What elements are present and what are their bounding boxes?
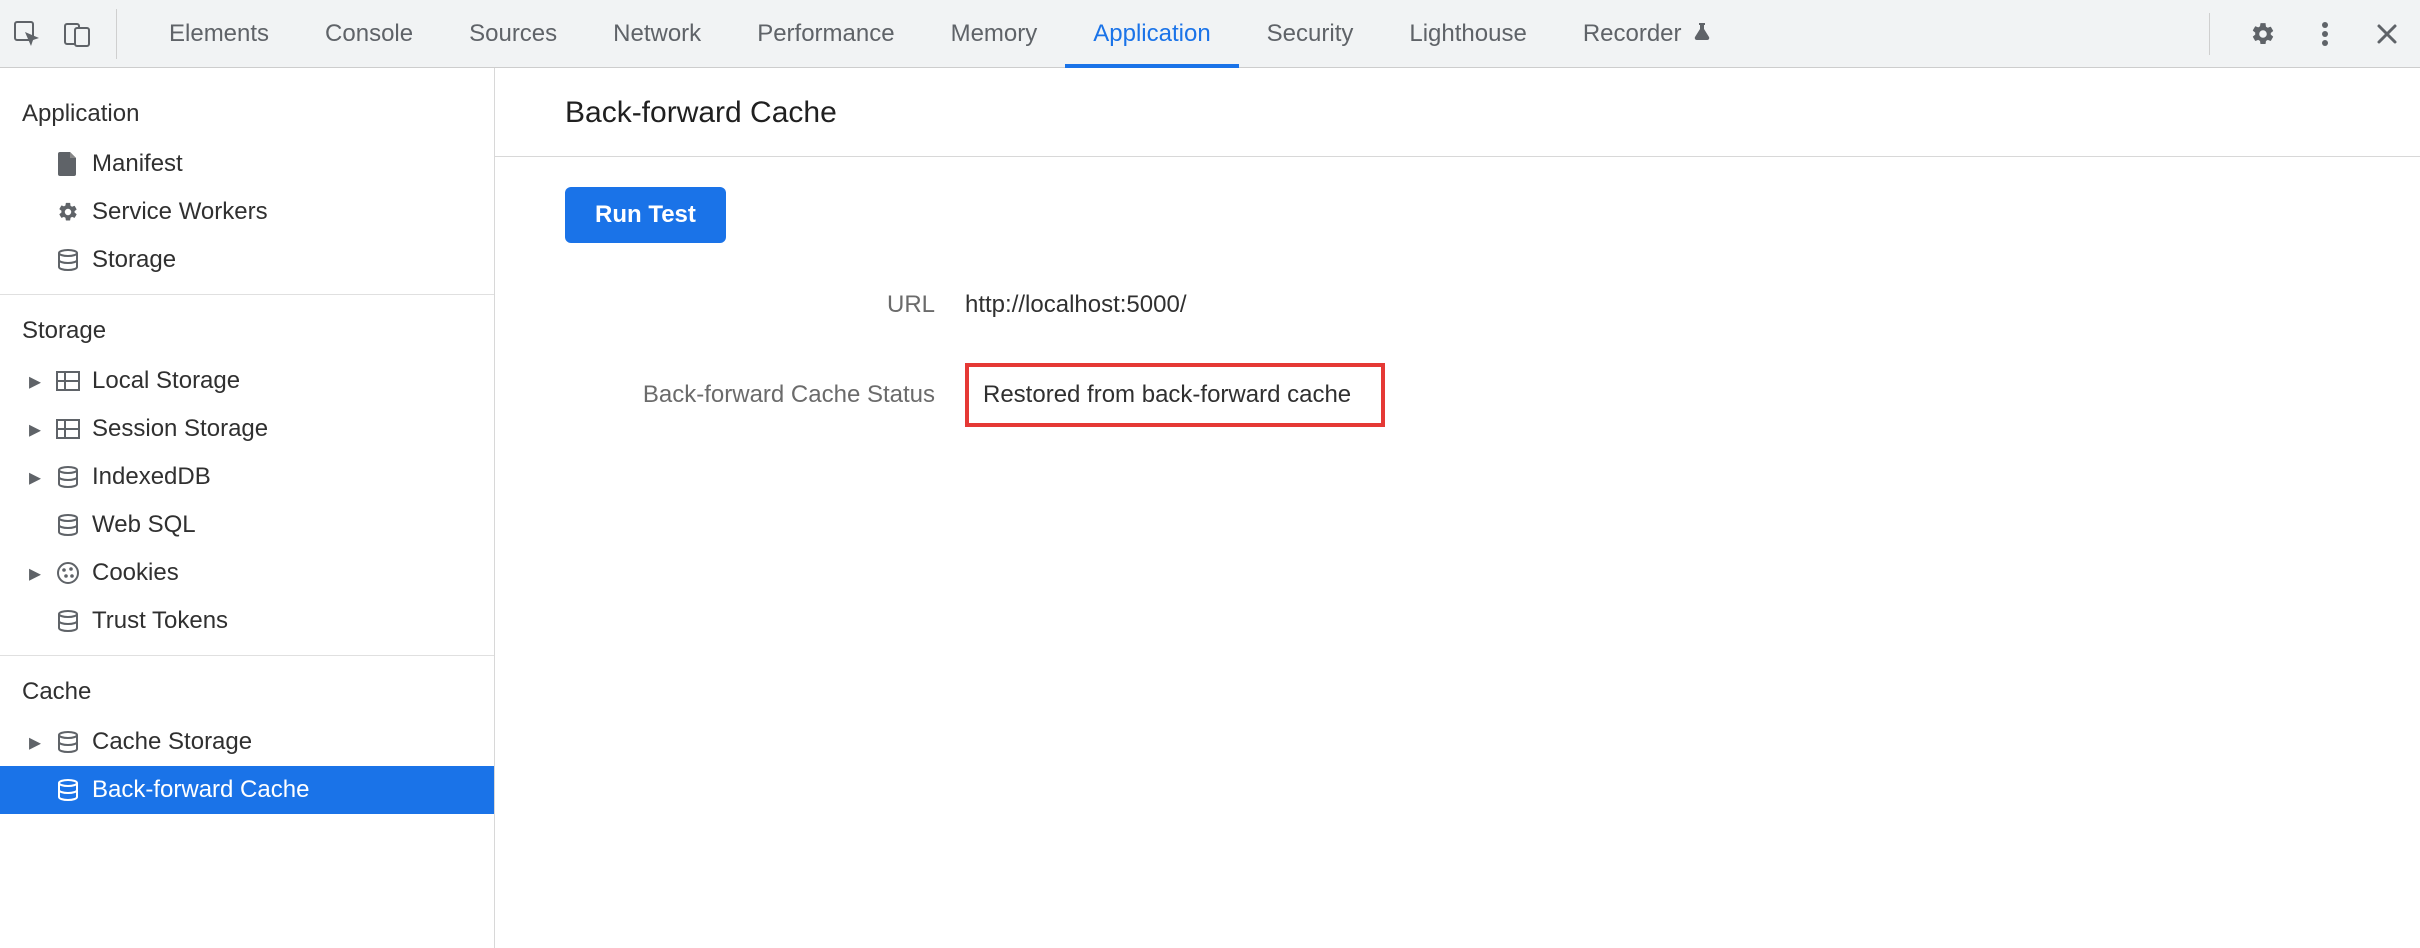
expand-arrow-icon[interactable]: ▸	[26, 463, 44, 492]
tab-label: Network	[613, 20, 701, 48]
database-icon	[54, 514, 82, 536]
status-value: Restored from back-forward cache	[965, 363, 1385, 427]
tabbar-left-icons	[12, 9, 117, 59]
file-icon	[54, 152, 82, 176]
key-value-grid: URL http://localhost:5000/ Back-forward …	[565, 291, 2350, 427]
application-sidebar: Application ▸ Manifest ▸ Service Workers…	[0, 68, 495, 948]
settings-icon[interactable]	[2248, 19, 2278, 49]
database-icon	[54, 249, 82, 271]
status-label: Back-forward Cache Status	[643, 381, 965, 409]
sidebar-item-bfcache[interactable]: ▸ Back-forward Cache	[0, 766, 494, 814]
expand-arrow-icon[interactable]: ▸	[26, 728, 44, 757]
tab-label: Sources	[469, 20, 557, 48]
url-value: http://localhost:5000/	[965, 291, 2350, 319]
devtools-tabbar: Elements Console Sources Network Perform…	[0, 0, 2420, 68]
sidebar-item-label: Session Storage	[92, 415, 268, 443]
devtools-body: Application ▸ Manifest ▸ Service Workers…	[0, 68, 2420, 948]
close-icon[interactable]	[2372, 19, 2402, 49]
sidebar-item-label: Manifest	[92, 150, 183, 178]
sidebar-item-label: Cache Storage	[92, 728, 252, 756]
expand-arrow-icon[interactable]: ▸	[26, 367, 44, 396]
tab-label: Security	[1267, 20, 1354, 48]
tab-recorder[interactable]: Recorder	[1555, 0, 1740, 67]
run-test-button[interactable]: Run Test	[565, 187, 726, 243]
gear-icon	[54, 201, 82, 223]
tabbar-right-icons	[2183, 13, 2402, 55]
tab-performance[interactable]: Performance	[729, 0, 922, 67]
tab-console[interactable]: Console	[297, 0, 441, 67]
tab-lighthouse[interactable]: Lighthouse	[1381, 0, 1554, 67]
tab-application[interactable]: Application	[1065, 0, 1238, 67]
sidebar-item-label: Local Storage	[92, 367, 240, 395]
group-separator	[0, 655, 494, 656]
group-separator	[0, 294, 494, 295]
sidebar-item-websql[interactable]: ▸ Web SQL	[0, 501, 494, 549]
sidebar-group-header: Cache	[0, 660, 494, 718]
sidebar-item-label: Storage	[92, 246, 176, 274]
inspect-element-icon[interactable]	[12, 19, 42, 49]
main-panel: Back-forward Cache Run Test URL http://l…	[495, 68, 2420, 948]
sidebar-item-local-storage[interactable]: ▸ Local Storage	[0, 357, 494, 405]
tab-memory[interactable]: Memory	[923, 0, 1066, 67]
expand-arrow-icon[interactable]: ▸	[26, 415, 44, 444]
tabs-row: Elements Console Sources Network Perform…	[141, 0, 2183, 67]
database-icon	[54, 610, 82, 632]
sidebar-item-session-storage[interactable]: ▸ Session Storage	[0, 405, 494, 453]
sidebar-group-header: Storage	[0, 299, 494, 357]
database-icon	[54, 466, 82, 488]
tab-label: Application	[1093, 20, 1210, 48]
database-icon	[54, 779, 82, 801]
tab-label: Console	[325, 20, 413, 48]
more-icon[interactable]	[2310, 19, 2340, 49]
beaker-icon	[1692, 20, 1712, 48]
cookie-icon	[54, 562, 82, 584]
divider	[2209, 13, 2210, 55]
grid-icon	[54, 420, 82, 438]
tab-label: Lighthouse	[1409, 20, 1526, 48]
tab-elements[interactable]: Elements	[141, 0, 297, 67]
page-title: Back-forward Cache	[495, 68, 2420, 157]
sidebar-item-label: Cookies	[92, 559, 179, 587]
sidebar-item-label: Back-forward Cache	[92, 776, 309, 804]
sidebar-item-label: IndexedDB	[92, 463, 211, 491]
grid-icon	[54, 372, 82, 390]
sidebar-item-label: Service Workers	[92, 198, 268, 226]
url-label: URL	[887, 291, 965, 319]
tab-label: Performance	[757, 20, 894, 48]
sidebar-item-cookies[interactable]: ▸ Cookies	[0, 549, 494, 597]
sidebar-item-trust-tokens[interactable]: ▸ Trust Tokens	[0, 597, 494, 645]
tab-sources[interactable]: Sources	[441, 0, 585, 67]
sidebar-item-label: Trust Tokens	[92, 607, 228, 635]
sidebar-item-cache-storage[interactable]: ▸ Cache Storage	[0, 718, 494, 766]
status-value-wrapper: Restored from back-forward cache	[965, 363, 2350, 427]
database-icon	[54, 731, 82, 753]
tab-label: Memory	[951, 20, 1038, 48]
tab-label: Elements	[169, 20, 269, 48]
sidebar-item-label: Web SQL	[92, 511, 196, 539]
device-toolbar-icon[interactable]	[62, 19, 92, 49]
sidebar-group-header: Application	[0, 82, 494, 140]
expand-arrow-icon[interactable]: ▸	[26, 559, 44, 588]
sidebar-item-storage[interactable]: ▸ Storage	[0, 236, 494, 284]
sidebar-item-manifest[interactable]: ▸ Manifest	[0, 140, 494, 188]
sidebar-item-indexeddb[interactable]: ▸ IndexedDB	[0, 453, 494, 501]
tab-network[interactable]: Network	[585, 0, 729, 67]
content-area: Run Test URL http://localhost:5000/ Back…	[495, 157, 2420, 457]
tab-security[interactable]: Security	[1239, 0, 1382, 67]
tab-label: Recorder	[1583, 20, 1682, 48]
sidebar-item-service-workers[interactable]: ▸ Service Workers	[0, 188, 494, 236]
